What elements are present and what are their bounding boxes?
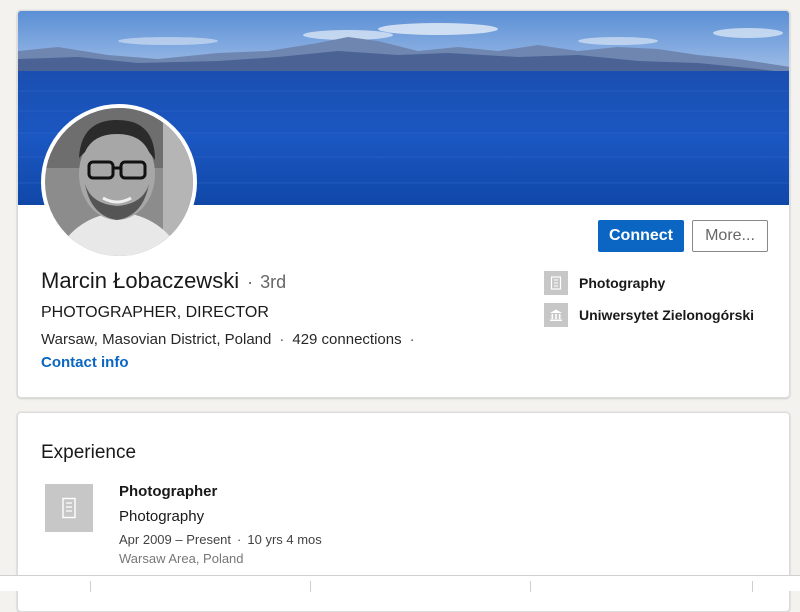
section-title: Experience bbox=[41, 442, 137, 463]
dates-separator: · bbox=[237, 532, 242, 547]
location-row: Warsaw, Masovian District, Poland · 429 … bbox=[41, 331, 423, 348]
experience-location: Warsaw Area, Poland bbox=[119, 551, 244, 566]
experience-duration: 10 yrs 4 mos bbox=[247, 532, 322, 547]
connections-count[interactable]: 429 connections bbox=[292, 331, 401, 348]
contact-info-link[interactable]: Contact info bbox=[41, 354, 129, 371]
toolbar-divider bbox=[90, 581, 91, 592]
experience-dates-row: Apr 2009 – Present · 10 yrs 4 mos bbox=[119, 532, 322, 547]
profile-location: Warsaw, Masovian District, Poland bbox=[41, 331, 272, 348]
avatar[interactable] bbox=[41, 104, 197, 260]
connection-degree: 3rd bbox=[260, 272, 287, 292]
location-separator: · bbox=[279, 331, 285, 348]
more-button[interactable]: More... bbox=[692, 220, 768, 252]
connect-button[interactable]: Connect bbox=[598, 220, 684, 252]
building-icon[interactable] bbox=[45, 484, 93, 532]
experience-role[interactable]: Photographer bbox=[119, 483, 217, 500]
toolbar-divider bbox=[310, 581, 311, 592]
toolbar-divider bbox=[530, 581, 531, 592]
toolbar-divider bbox=[752, 581, 753, 592]
profile-top-card: Connect More... Marcin Łobaczewski · 3rd… bbox=[17, 10, 790, 398]
side-item-label: Uniwersytet Zielonogórski bbox=[579, 307, 755, 323]
building-icon bbox=[544, 271, 568, 295]
name-row: Marcin Łobaczewski · 3rd bbox=[41, 268, 286, 294]
side-item-label: Photography bbox=[579, 275, 666, 291]
experience-dates: Apr 2009 – Present bbox=[119, 532, 232, 547]
side-item-current-company[interactable]: Photography bbox=[544, 271, 665, 295]
name-separator: · bbox=[247, 272, 254, 292]
school-icon bbox=[544, 303, 568, 327]
experience-company: Photography bbox=[119, 508, 205, 525]
connections-separator: · bbox=[409, 331, 415, 348]
profile-name: Marcin Łobaczewski bbox=[41, 268, 240, 293]
side-item-education[interactable]: Uniwersytet Zielonogórski bbox=[544, 303, 754, 327]
profile-headline: PHOTOGRAPHER, DIRECTOR bbox=[41, 304, 269, 321]
bottom-toolbar bbox=[0, 575, 800, 592]
